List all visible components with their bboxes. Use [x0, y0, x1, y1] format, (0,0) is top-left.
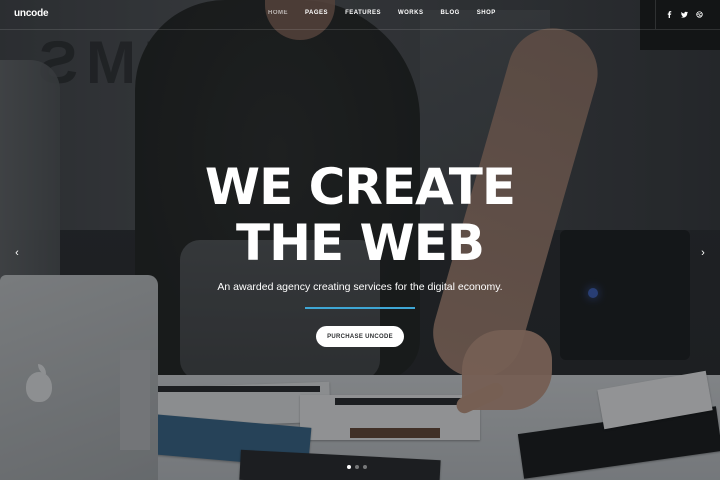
facebook-icon[interactable] [662, 7, 677, 22]
purchase-button[interactable]: PURCHASE UNCODE [316, 326, 404, 347]
menu-item-works[interactable]: WORKS [398, 10, 424, 16]
slider-dot[interactable] [347, 465, 351, 469]
hero-headline-line2: THE WEB [236, 214, 485, 272]
menu-item-shop[interactable]: SHOP [477, 10, 496, 16]
slider-dot[interactable] [355, 465, 359, 469]
social-links [655, 0, 707, 29]
menu-item-home[interactable]: HOME [268, 10, 288, 16]
twitter-icon[interactable] [677, 7, 692, 22]
slider-dot[interactable] [363, 465, 367, 469]
main-menu: HOME PAGES FEATURES WORKS BLOG SHOP [268, 10, 513, 16]
hero-subtitle: An awarded agency creating services for … [217, 281, 503, 293]
dribbble-icon[interactable] [692, 7, 707, 22]
menu-item-features[interactable]: FEATURES [345, 10, 381, 16]
top-navbar: uncode HOME PAGES FEATURES WORKS BLOG SH… [0, 0, 720, 30]
hero-headline-line1: WE CREATE [204, 158, 516, 216]
accent-divider [305, 307, 415, 309]
menu-item-pages[interactable]: PAGES [305, 10, 328, 16]
menu-item-blog[interactable]: BLOG [440, 10, 459, 16]
site-logo[interactable]: uncode [14, 8, 49, 19]
slider-dots [347, 465, 367, 469]
